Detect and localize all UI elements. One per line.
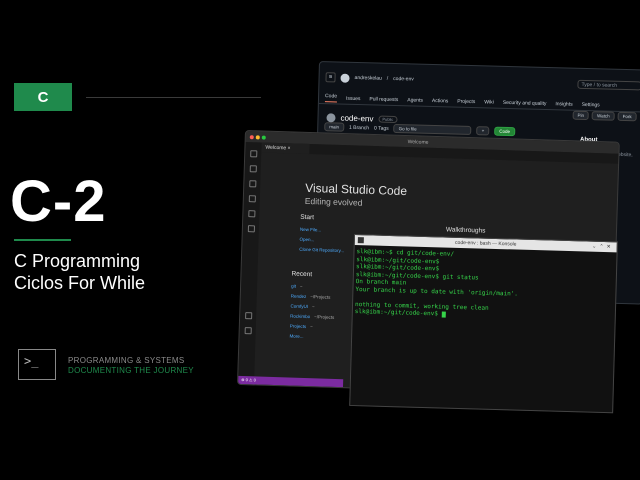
tab-security[interactable]: Security and quality (503, 99, 547, 106)
subtitle-line-2: Ciclos For While (14, 273, 146, 293)
tab-projects[interactable]: Projects (457, 98, 475, 104)
vscode-window-title: Welcome (407, 138, 429, 146)
terminal-output[interactable]: slk@ibm:~$ cd git/code-env/slk@ibm:~/git… (353, 245, 617, 326)
divider-line (86, 97, 261, 98)
add-file-button[interactable]: + (476, 126, 490, 136)
branches-link[interactable]: 1 Branch (349, 124, 369, 131)
gear-icon[interactable] (244, 327, 252, 335)
window-controls[interactable]: ⌄⌃✕ (592, 244, 614, 251)
activity-bar (238, 142, 262, 377)
episode-title: C-2 (10, 169, 107, 234)
c-badge: C (14, 83, 72, 111)
accounts-icon[interactable] (244, 312, 252, 320)
konsole-window: code-env : bash — Konsole ⌄⌃✕ slk@ibm:~$… (349, 234, 618, 414)
explorer-icon[interactable] (249, 150, 257, 158)
start-heading: Start (300, 213, 315, 222)
tab-code[interactable]: Code (324, 93, 338, 103)
welcome-subtitle: Editing evolved (304, 195, 363, 208)
menu-icon[interactable]: ≡ (325, 72, 336, 83)
tagline-primary: PROGRAMMING & SYSTEMS (68, 356, 185, 365)
tab-pull-requests[interactable]: Pull requests (369, 96, 398, 103)
tab-wiki[interactable]: Wiki (484, 99, 494, 105)
terminal-icon: >_ (18, 349, 56, 380)
accent-rule (14, 239, 71, 241)
clone-repo-link[interactable]: Clone Git Repository... (299, 245, 344, 256)
maximize-icon[interactable] (261, 135, 266, 140)
tab-actions[interactable]: Actions (432, 97, 449, 103)
visibility-badge: Public (378, 115, 398, 124)
minimize-icon[interactable] (255, 134, 260, 139)
subtitle: C Programming Ciclos For While (14, 250, 145, 294)
konsole-app-icon (357, 237, 364, 244)
run-debug-icon[interactable] (248, 195, 256, 203)
tab-insights[interactable]: Insights (555, 101, 572, 107)
goto-file-input[interactable]: Go to file (393, 123, 472, 136)
tab-agents[interactable]: Agents (407, 97, 423, 103)
extensions-icon[interactable] (247, 210, 255, 218)
start-links: New File... Open... Clone Git Repository… (299, 225, 345, 256)
watch-button[interactable]: Watch (591, 111, 615, 121)
tags-link[interactable]: 0 Tags (374, 125, 389, 131)
source-control-icon[interactable] (248, 180, 256, 188)
fork-button[interactable]: Fork (617, 111, 637, 122)
subtitle-line-1: C Programming (14, 251, 141, 271)
more-link[interactable]: More... (289, 332, 333, 343)
close-icon[interactable] (249, 134, 254, 139)
repo-owner[interactable]: andreskelau (354, 75, 381, 82)
github-logo-icon[interactable] (340, 73, 350, 83)
branch-select[interactable]: main (324, 122, 345, 132)
github-search-input[interactable]: Type / to search (577, 79, 640, 90)
remote-icon[interactable] (247, 225, 255, 233)
repo-actions: Pin Watch Fork (572, 110, 637, 122)
recent-heading: Recent (291, 270, 313, 279)
pin-button[interactable]: Pin (572, 110, 590, 121)
tab-welcome[interactable]: Welcome × (261, 142, 310, 155)
repo-name[interactable]: code-env (393, 76, 414, 83)
code-button[interactable]: Code (494, 126, 516, 137)
tab-issues[interactable]: Issues (346, 95, 361, 101)
walkthroughs-heading: Walkthroughs (445, 226, 486, 235)
tab-settings[interactable]: Settings (582, 101, 600, 107)
status-bar[interactable]: ⊗ 0 ⚠ 0 (238, 375, 344, 388)
konsole-title: code-env : bash — Konsole (454, 239, 517, 248)
avatar (326, 113, 336, 123)
recent-list: git ~ Rendez ~/Projects ComfyUI ~ Rockimbo ~… (289, 282, 335, 343)
search-icon[interactable] (249, 165, 257, 173)
terminal-cursor (441, 310, 446, 318)
tagline-secondary: DOCUMENTING THE JOURNEY (68, 366, 194, 375)
